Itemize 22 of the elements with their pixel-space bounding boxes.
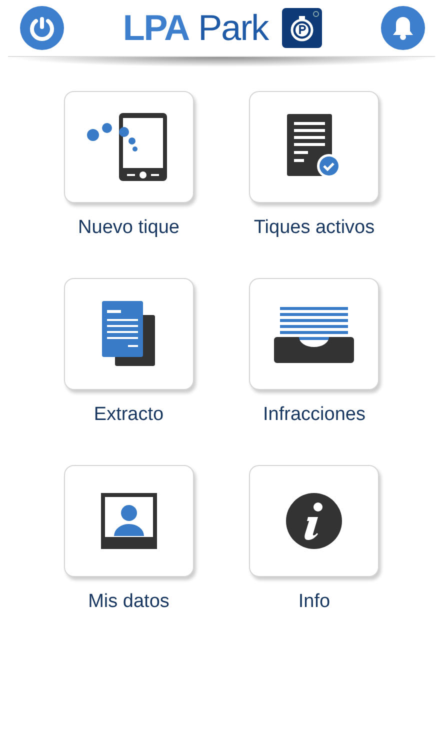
tile-label: Extracto (94, 404, 164, 426)
menu-tile-button[interactable] (249, 91, 380, 203)
profile-picture-icon (100, 493, 157, 549)
tile-label: Tiques activos (254, 217, 375, 239)
menu-tile-button[interactable] (64, 91, 194, 203)
menu-tile-button[interactable] (249, 465, 380, 577)
bell-icon (391, 15, 415, 41)
power-icon (29, 15, 55, 41)
tile-label: Nuevo tique (78, 217, 180, 239)
parking-timer-logo-icon (282, 8, 322, 48)
app-logo-text: LPA Park (122, 7, 268, 49)
documents-icon (102, 301, 156, 367)
inbox-tray-icon (274, 305, 354, 363)
notifications-button[interactable] (381, 6, 425, 50)
tile-label: Info (298, 591, 330, 613)
menu-tile-button[interactable] (64, 278, 194, 390)
tile-label: Infracciones (263, 404, 366, 426)
power-button[interactable] (20, 6, 64, 50)
menu-tile-button[interactable] (64, 465, 194, 577)
tile-label: Mis datos (88, 591, 170, 613)
menu-tile-button[interactable] (249, 278, 380, 390)
info-icon (286, 493, 342, 549)
